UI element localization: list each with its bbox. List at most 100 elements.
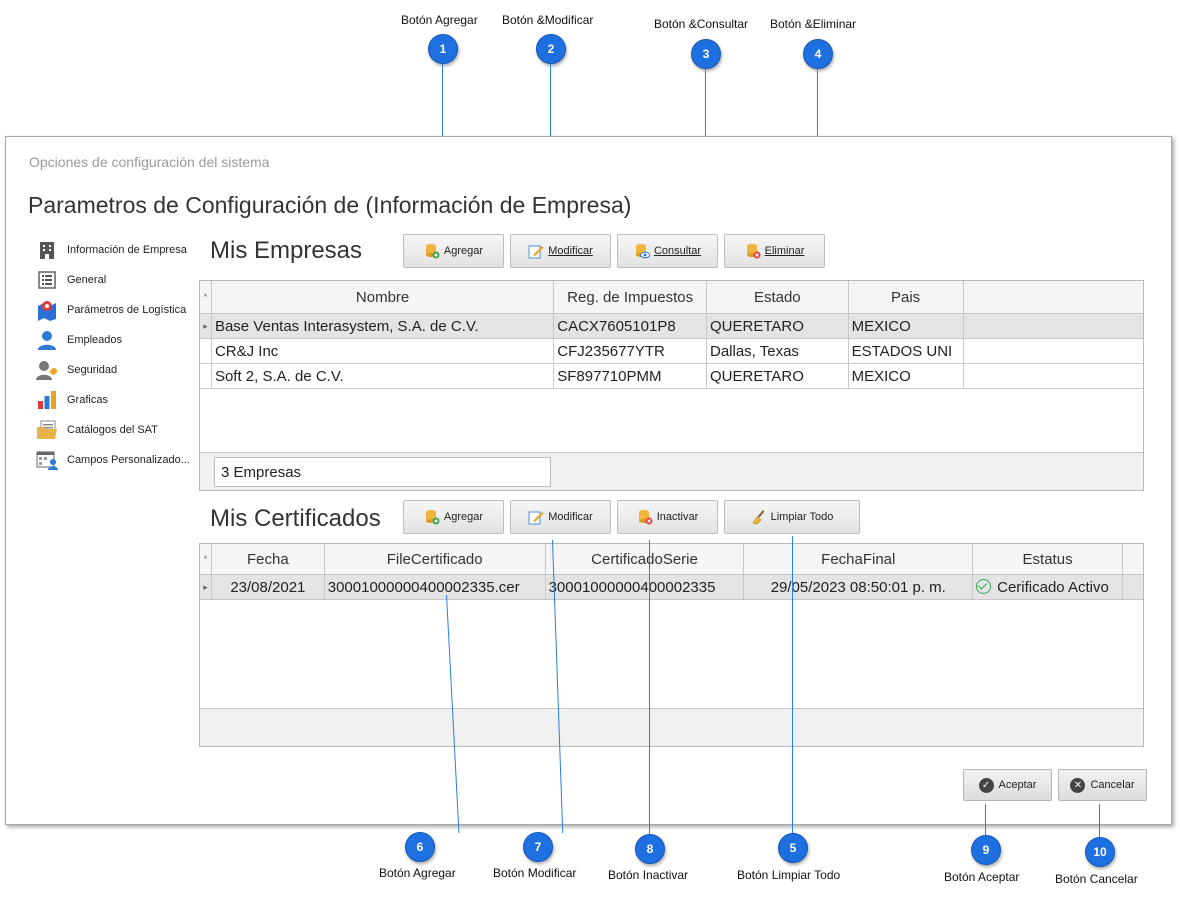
close-icon: ✕ (1070, 777, 1086, 793)
callout-marker-5: 5 (778, 833, 808, 863)
column-header[interactable]: Estado (706, 281, 849, 314)
sidebar-item-graficas[interactable]: Graficas (36, 389, 108, 411)
row-indicator-header: * (200, 544, 212, 575)
sidebar-item-general[interactable]: General (36, 269, 106, 291)
callout-leader-8 (649, 540, 650, 835)
certificados-grid: * Fecha FileCertificado CertificadoSerie… (199, 543, 1144, 747)
button-label: Aceptar (998, 779, 1037, 791)
row-indicator (200, 363, 212, 389)
sidebar-item-catalogos-sat[interactable]: Catálogos del SAT (36, 419, 158, 441)
column-header[interactable]: CertificadoSerie (545, 544, 745, 575)
cell-reg-impuestos: SF897710PMM (553, 363, 707, 389)
aceptar-button[interactable]: ✓ Aceptar (963, 769, 1052, 801)
sidebar-item-campos-personalizados[interactable]: Campos Personalizado... (36, 449, 190, 471)
sidebar-item-label: Parámetros de Logística (67, 304, 187, 316)
grid-footer: 3 Empresas (200, 452, 1143, 490)
db-delete-icon (637, 509, 653, 525)
column-header-filler (1122, 544, 1143, 575)
callout-marker-3: 3 (691, 39, 721, 69)
row-indicator (200, 338, 212, 364)
folder-doc-icon (36, 419, 58, 441)
certificados-limpiar-todo-button[interactable]: Limpiar Todo (724, 500, 860, 534)
sidebar-item-label: General (67, 274, 107, 286)
callout-marker-4: 4 (803, 39, 833, 69)
callout-marker-7: 7 (523, 832, 553, 862)
cell-estado: QUERETARO (706, 363, 849, 389)
callout-marker-6: 6 (405, 832, 435, 862)
db-delete-icon (745, 243, 761, 259)
column-header[interactable]: Estatus (972, 544, 1124, 575)
grid-footer (200, 708, 1143, 746)
db-add-icon (424, 509, 440, 525)
user-key-icon (36, 359, 58, 381)
callout-marker-9: 9 (971, 835, 1001, 865)
cell-estatus: Cerificado Activo (972, 574, 1124, 600)
map-pin-icon (36, 299, 58, 321)
callout-label-7: Botón Modificar (493, 866, 577, 880)
button-label: Agregar (443, 245, 484, 257)
button-label: Modificar (548, 511, 593, 523)
sidebar-item-informacion-empresa[interactable]: Información de Empresa (36, 239, 187, 261)
config-window: Opciones de configuración del sistema Pa… (5, 136, 1172, 825)
callout-label-3: Botón &Consultar (654, 17, 749, 31)
cell-file-certificado: 30001000000400002335.cer (324, 574, 546, 600)
column-header[interactable]: Fecha (211, 544, 325, 575)
row-indicator: ▸ (200, 574, 212, 600)
empresas-modificar-button[interactable]: Modificar (510, 234, 611, 268)
cell-filler (963, 363, 1143, 389)
sidebar-item-label: Empleados (67, 334, 123, 346)
sidebar-item-parametros-logistica[interactable]: Parámetros de Logística (36, 299, 186, 321)
empresas-section-title: Mis Empresas (210, 237, 363, 264)
table-row[interactable]: ▸ 23/08/2021 30001000000400002335.cer 30… (200, 574, 1143, 600)
column-header[interactable]: FechaFinal (743, 544, 974, 575)
certificados-inactivar-button[interactable]: Inactivar (617, 500, 718, 534)
callout-marker-2: 2 (536, 34, 566, 64)
callout-marker-10: 10 (1085, 837, 1115, 867)
bar-chart-icon (36, 389, 58, 411)
sidebar-item-label: Información de Empresa (67, 244, 187, 256)
window-title: Opciones de configuración del sistema (29, 154, 270, 170)
db-view-icon (634, 243, 650, 259)
sidebar-item-label: Campos Personalizado... (67, 454, 190, 466)
cell-filler (963, 313, 1143, 339)
grid-header-row: * Fecha FileCertificado CertificadoSerie… (200, 544, 1143, 575)
callout-marker-8: 8 (635, 834, 665, 864)
button-label: Consultar (653, 245, 702, 257)
column-header[interactable]: Pais (848, 281, 964, 314)
table-row[interactable]: CR&J Inc CFJ235677YTR Dallas, Texas ESTA… (200, 338, 1143, 364)
building-icon (36, 239, 58, 261)
edit-icon (528, 243, 544, 259)
certificados-modificar-button[interactable]: Modificar (510, 500, 611, 534)
cell-fecha-final: 29/05/2023 08:50:01 p. m. (743, 574, 974, 600)
list-icon (36, 269, 58, 291)
table-row[interactable]: ▸ Base Ventas Interasystem, S.A. de C.V.… (200, 313, 1143, 339)
empresas-agregar-button[interactable]: Agregar (403, 234, 504, 268)
empresas-count: 3 Empresas (214, 457, 551, 487)
callout-label-6: Botón Agregar (379, 866, 456, 880)
column-header[interactable]: Nombre (211, 281, 555, 314)
certificados-agregar-button[interactable]: Agregar (403, 500, 504, 534)
cell-pais: ESTADOS UNI (848, 338, 964, 364)
sidebar-item-empleados[interactable]: Empleados (36, 329, 122, 351)
form-user-icon (36, 449, 58, 471)
button-label: Modificar (548, 245, 593, 257)
empresas-grid: * Nombre Reg. de Impuestos Estado Pais ▸… (199, 280, 1144, 491)
column-header[interactable]: Reg. de Impuestos (553, 281, 707, 314)
cell-pais: MEXICO (848, 363, 964, 389)
callout-leader-10 (1099, 804, 1100, 838)
empresas-eliminar-button[interactable]: Eliminar (724, 234, 825, 268)
page-title: Parametros de Configuración de (Informac… (28, 192, 632, 218)
cell-certificado-serie: 30001000000400002335 (545, 574, 745, 600)
sidebar-item-label: Seguridad (67, 364, 118, 376)
column-header-filler (963, 281, 1143, 314)
button-label: Limpiar Todo (770, 511, 834, 523)
callout-label-8: Botón Inactivar (608, 868, 689, 882)
table-row[interactable]: Soft 2, S.A. de C.V. SF897710PMM QUERETA… (200, 363, 1143, 389)
cancelar-button[interactable]: ✕ Cancelar (1058, 769, 1147, 801)
db-add-icon (424, 243, 440, 259)
sidebar-item-seguridad[interactable]: Seguridad (36, 359, 117, 381)
broom-icon (751, 509, 767, 525)
cell-fecha: 23/08/2021 (211, 574, 325, 600)
empresas-consultar-button[interactable]: Consultar (617, 234, 718, 268)
column-header[interactable]: FileCertificado (324, 544, 546, 575)
